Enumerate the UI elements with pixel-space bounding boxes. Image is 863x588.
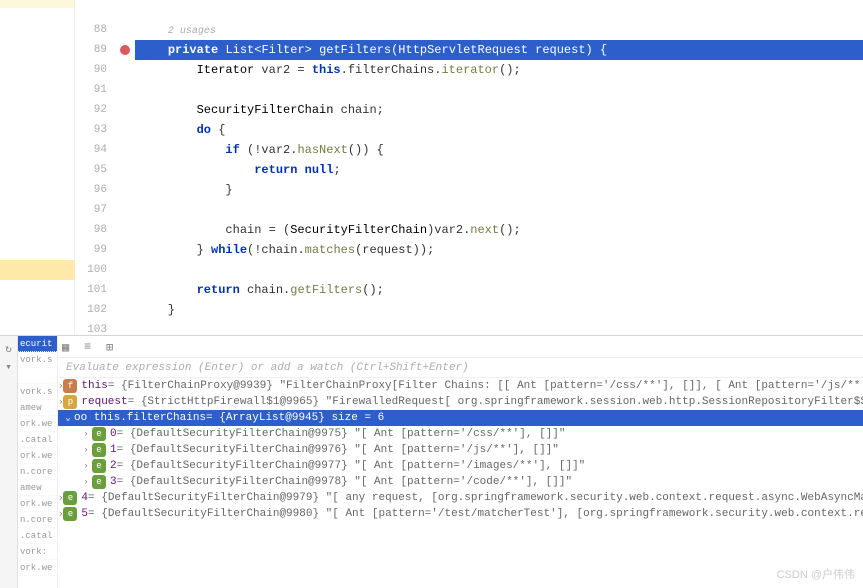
- variables-tree[interactable]: › fthis = {FilterChainProxy@9939} "Filter…: [58, 378, 863, 522]
- variable-value: = {DefaultSecurityFilterChain@9977} "[ A…: [117, 458, 586, 474]
- var-type-icon: p: [63, 395, 77, 409]
- var-type-icon: e: [63, 507, 77, 521]
- debug-side-toolbar[interactable]: ↻ ▾: [0, 336, 18, 588]
- variable-name: 3: [110, 474, 117, 490]
- frame-item[interactable]: vork:: [18, 544, 57, 560]
- code-line[interactable]: }: [135, 180, 863, 200]
- code-line[interactable]: }: [135, 300, 863, 320]
- variable-value: = {DefaultSecurityFilterChain@9978} "[ A…: [117, 474, 572, 490]
- variable-name: oo this.filterChains: [74, 410, 206, 426]
- code-line[interactable]: } while(!chain.matches(request));: [135, 240, 863, 260]
- frame-item[interactable]: n.core: [18, 464, 57, 480]
- code-line[interactable]: [135, 80, 863, 100]
- code-line[interactable]: SecurityFilterChain chain;: [135, 100, 863, 120]
- code-line[interactable]: [135, 320, 863, 335]
- restart-icon[interactable]: ↻: [1, 342, 17, 358]
- code-editor: 888990919293949596979899100101102103 2 u…: [0, 0, 863, 335]
- var-type-icon: e: [92, 427, 106, 441]
- expand-icon[interactable]: ⌄: [62, 410, 74, 426]
- code-content[interactable]: 2 usages private List<Filter> getFilters…: [135, 0, 863, 335]
- marker-gutter: [0, 0, 75, 335]
- code-line[interactable]: return null;: [135, 160, 863, 180]
- code-line[interactable]: return chain.getFilters();: [135, 280, 863, 300]
- code-line[interactable]: do {: [135, 120, 863, 140]
- variable-value: = {DefaultSecurityFilterChain@9976} "[ A…: [117, 442, 559, 458]
- debug-panel: ↻ ▾ ecuritvork.svork.samework.we.catalor…: [0, 335, 863, 588]
- variable-row[interactable]: ›e1 = {DefaultSecurityFilterChain@9976} …: [58, 442, 863, 458]
- variable-row[interactable]: ›e0 = {DefaultSecurityFilterChain@9975} …: [58, 426, 863, 442]
- variable-value: = {FilterChainProxy@9939} "FilterChainPr…: [108, 378, 863, 394]
- frame-item[interactable]: ork.we: [18, 560, 57, 576]
- breakpoint-gutter[interactable]: [115, 0, 135, 335]
- expand-icon[interactable]: ›: [80, 442, 92, 458]
- frame-item[interactable]: amew: [18, 400, 57, 416]
- variable-name: 2: [110, 458, 117, 474]
- variable-name: 1: [110, 442, 117, 458]
- variable-value: = {StrictHttpFirewall$1@9965} "Firewalle…: [128, 394, 863, 410]
- code-line[interactable]: if (!var2.hasNext()) {: [135, 140, 863, 160]
- variable-name: this: [81, 378, 107, 394]
- variable-name: 0: [110, 426, 117, 442]
- variable-value: = {DefaultSecurityFilterChain@9980} "[ A…: [88, 506, 863, 522]
- watch-expression-input[interactable]: Evaluate expression (Enter) or add a wat…: [58, 358, 863, 378]
- frame-item[interactable]: amew: [18, 480, 57, 496]
- variable-value: = {DefaultSecurityFilterChain@9975} "[ A…: [117, 426, 566, 442]
- var-type-icon: e: [92, 459, 106, 473]
- code-line[interactable]: [135, 200, 863, 220]
- variables-toolbar: ▦ ≡ ⊞: [58, 336, 863, 358]
- line-number-gutter: 888990919293949596979899100101102103: [75, 0, 115, 335]
- variable-row[interactable]: ›e2 = {DefaultSecurityFilterChain@9977} …: [58, 458, 863, 474]
- variable-row[interactable]: ›e5 = {DefaultSecurityFilterChain@9980} …: [58, 506, 863, 522]
- variable-row[interactable]: ›prequest = {StrictHttpFirewall$1@9965} …: [58, 394, 863, 410]
- expand-icon[interactable]: ›: [80, 426, 92, 442]
- frame-item[interactable]: ork.we: [18, 448, 57, 464]
- code-line[interactable]: chain = (SecurityFilterChain)var2.next()…: [135, 220, 863, 240]
- variable-row[interactable]: ›e4 = {DefaultSecurityFilterChain@9979} …: [58, 490, 863, 506]
- frame-item[interactable]: ork.we: [18, 416, 57, 432]
- variable-name: 5: [81, 506, 88, 522]
- watermark-text: CSDN @户伟伟: [777, 566, 855, 582]
- variable-name: 4: [81, 490, 88, 506]
- list-icon[interactable]: ≡: [84, 340, 98, 354]
- var-type-icon: e: [92, 475, 106, 489]
- variable-name: request: [81, 394, 127, 410]
- variable-row[interactable]: ›e3 = {DefaultSecurityFilterChain@9978} …: [58, 474, 863, 490]
- frame-item[interactable]: ecurit: [18, 336, 57, 352]
- code-line[interactable]: private List<Filter> getFilters(HttpServ…: [135, 40, 863, 60]
- frame-item[interactable]: ork.we: [18, 496, 57, 512]
- frame-item[interactable]: .catal: [18, 432, 57, 448]
- code-line[interactable]: [135, 0, 863, 20]
- variable-row[interactable]: ›fthis = {FilterChainProxy@9939} "Filter…: [58, 378, 863, 394]
- frame-item[interactable]: n.core: [18, 512, 57, 528]
- variable-value: = {DefaultSecurityFilterChain@9979} "[ a…: [88, 490, 863, 506]
- frame-item[interactable]: .catal: [18, 528, 57, 544]
- breakpoint-icon[interactable]: [120, 45, 130, 55]
- variable-value: = {ArrayList@9945} size = 6: [206, 410, 384, 426]
- frame-item[interactable]: vork.s: [18, 384, 57, 400]
- code-line[interactable]: 2 usages: [135, 20, 863, 40]
- variable-row[interactable]: ⌄oo this.filterChains = {ArrayList@9945}…: [58, 410, 863, 426]
- columns-icon[interactable]: ▦: [62, 340, 76, 354]
- expand-icon[interactable]: ›: [80, 474, 92, 490]
- var-type-icon: e: [63, 491, 77, 505]
- expand-icon[interactable]: ›: [80, 458, 92, 474]
- code-line[interactable]: [135, 260, 863, 280]
- code-line[interactable]: Iterator var2 = this.filterChains.iterat…: [135, 60, 863, 80]
- frame-item[interactable]: [18, 368, 57, 384]
- var-type-icon: f: [63, 379, 77, 393]
- frames-list[interactable]: ecuritvork.svork.samework.we.catalork.we…: [18, 336, 58, 588]
- tree-icon[interactable]: ⊞: [106, 340, 120, 354]
- var-type-icon: e: [92, 443, 106, 457]
- down-icon[interactable]: ▾: [1, 360, 17, 376]
- frame-item[interactable]: vork.s: [18, 352, 57, 368]
